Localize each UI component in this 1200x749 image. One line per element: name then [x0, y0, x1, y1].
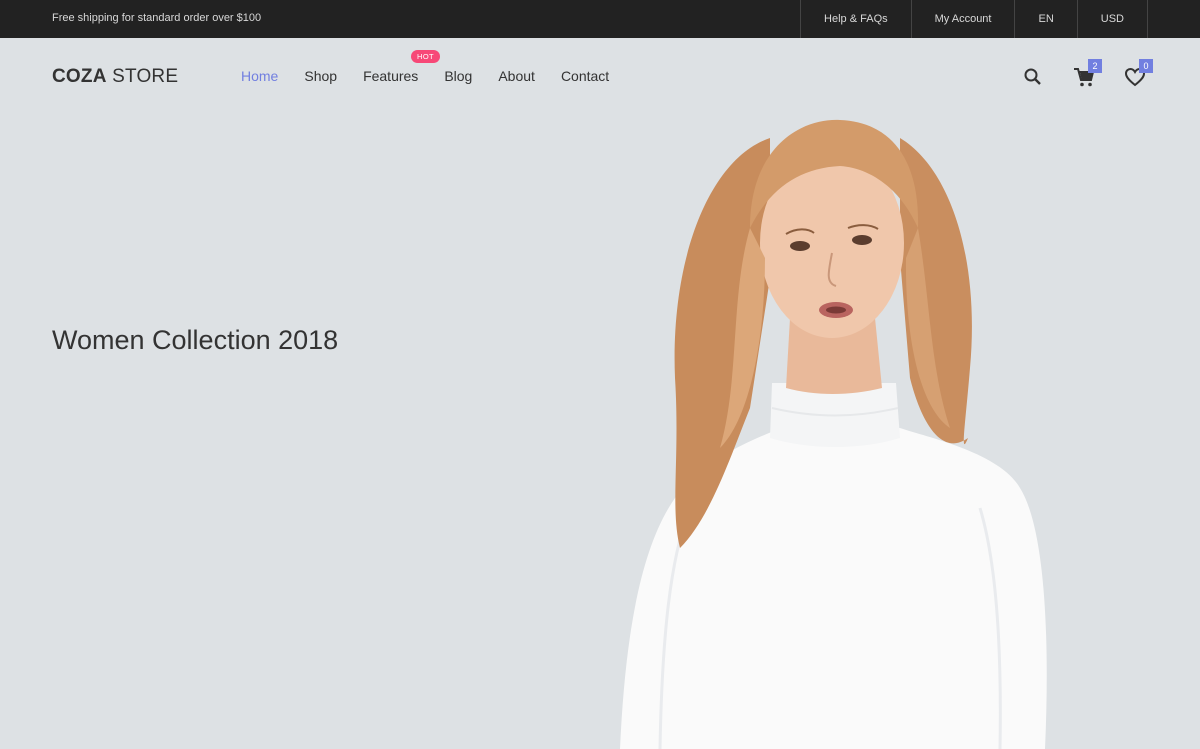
nav-home[interactable]: Home [241, 68, 278, 84]
nav-about[interactable]: About [498, 68, 535, 84]
nav-features[interactable]: Features [363, 68, 418, 84]
nav-shop[interactable]: Shop [304, 68, 337, 84]
wishlist-count-badge: 0 [1139, 59, 1153, 73]
nav-contact[interactable]: Contact [561, 68, 609, 84]
hot-badge: HOT [411, 50, 441, 63]
help-faqs-link[interactable]: Help & FAQs [800, 0, 911, 38]
nav-blog[interactable]: Blog [444, 68, 472, 84]
top-bar: Free shipping for standard order over $1… [0, 0, 1200, 38]
search-icon [1024, 68, 1041, 85]
logo-bold-text: COZA [52, 66, 107, 87]
shipping-notice: Free shipping for standard order over $1… [52, 12, 262, 24]
language-selector[interactable]: EN [1014, 0, 1076, 38]
header-icons: 2 0 [1020, 59, 1153, 90]
hero-section: COZA STORE Home Shop Features Blog About… [0, 38, 1200, 749]
my-account-link[interactable]: My Account [910, 0, 1015, 38]
hero-model-image [620, 119, 1047, 749]
cart-count-badge: 2 [1088, 59, 1102, 73]
hero-headline: Women Collection 2018 [52, 325, 339, 355]
store-logo[interactable]: COZA STORE [52, 66, 178, 88]
currency-selector[interactable]: USD [1076, 0, 1148, 38]
search-button[interactable] [1020, 64, 1046, 90]
cart-button[interactable]: 2 [1071, 59, 1102, 90]
wishlist-button[interactable]: 0 [1122, 59, 1153, 90]
logo-rest-text: STORE [106, 66, 179, 87]
topbar-links: Help & FAQs My Account EN USD [800, 0, 1148, 38]
main-nav: Home Shop Features Blog About Contact [241, 68, 609, 84]
